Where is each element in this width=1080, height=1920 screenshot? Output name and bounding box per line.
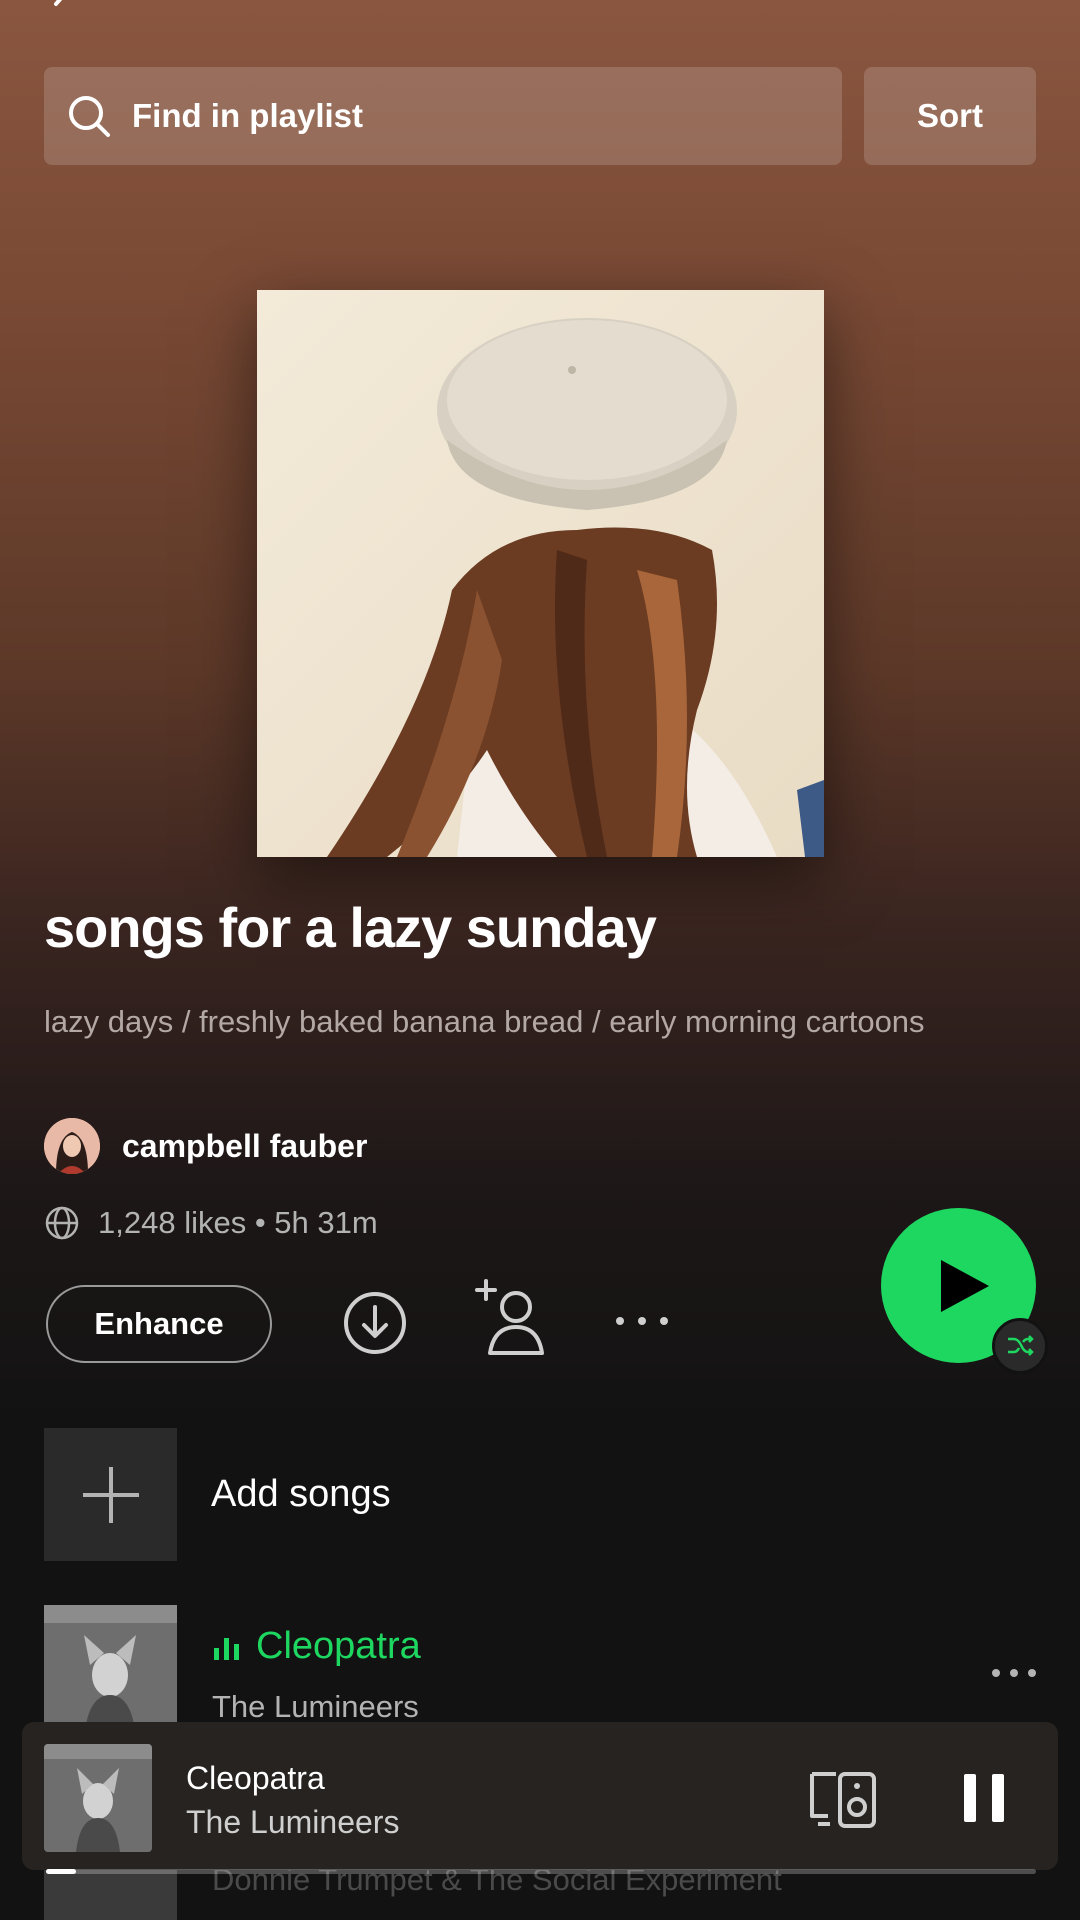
owner-name: campbell fauber (122, 1127, 368, 1164)
track-artist: The Lumineers (212, 1689, 419, 1724)
download-icon[interactable] (342, 1290, 408, 1356)
pause-icon[interactable] (958, 1772, 1010, 1824)
track-title-text: Cleopatra (256, 1625, 421, 1667)
sort-button[interactable]: Sort (864, 67, 1036, 165)
add-songs-row[interactable]: Add songs (44, 1428, 391, 1561)
now-playing-artist: The Lumineers (186, 1804, 400, 1840)
playlist-title: songs for a lazy sunday (44, 896, 657, 959)
playlist-meta: 1,248 likes • 5h 31m (44, 1205, 378, 1241)
playlist-actions: Enhance (46, 1279, 746, 1363)
globe-icon (45, 1206, 79, 1240)
play-icon (940, 1259, 989, 1312)
now-playing-title: Cleopatra (186, 1760, 325, 1796)
plus-icon (82, 1466, 139, 1523)
enhance-button[interactable]: Enhance (46, 1285, 272, 1363)
playback-progress-fill (46, 1869, 76, 1874)
track-row[interactable]: Cleopatra The Lumineers (44, 1605, 1036, 1738)
search-icon (69, 96, 110, 137)
shuffle-icon (1008, 1335, 1034, 1356)
add-user-icon[interactable] (474, 1277, 548, 1357)
search-input[interactable]: Find in playlist (44, 67, 842, 165)
more-icon[interactable] (990, 1665, 1038, 1681)
meta-text: 1,248 likes • 5h 31m (98, 1205, 378, 1240)
now-playing-art (44, 1744, 152, 1852)
now-playing-bar[interactable]: Cleopatra The Lumineers (22, 1722, 1058, 1870)
devices-icon[interactable] (808, 1770, 878, 1830)
track-art (44, 1605, 177, 1738)
track-title: Cleopatra (212, 1625, 421, 1668)
shuffle-button[interactable] (992, 1318, 1048, 1374)
add-songs-tile (44, 1428, 177, 1561)
playlist-owner[interactable]: campbell fauber (44, 1118, 367, 1174)
add-songs-label: Add songs (211, 1473, 391, 1515)
more-icon[interactable] (614, 1311, 670, 1331)
playback-progress[interactable] (46, 1869, 1036, 1874)
avatar (44, 1118, 100, 1174)
chevron-left-icon[interactable] (44, 0, 80, 22)
search-placeholder: Find in playlist (132, 97, 364, 134)
equalizer-icon (214, 1637, 239, 1660)
playlist-description: lazy days / freshly baked banana bread /… (44, 1004, 925, 1039)
playlist-cover (257, 290, 824, 857)
